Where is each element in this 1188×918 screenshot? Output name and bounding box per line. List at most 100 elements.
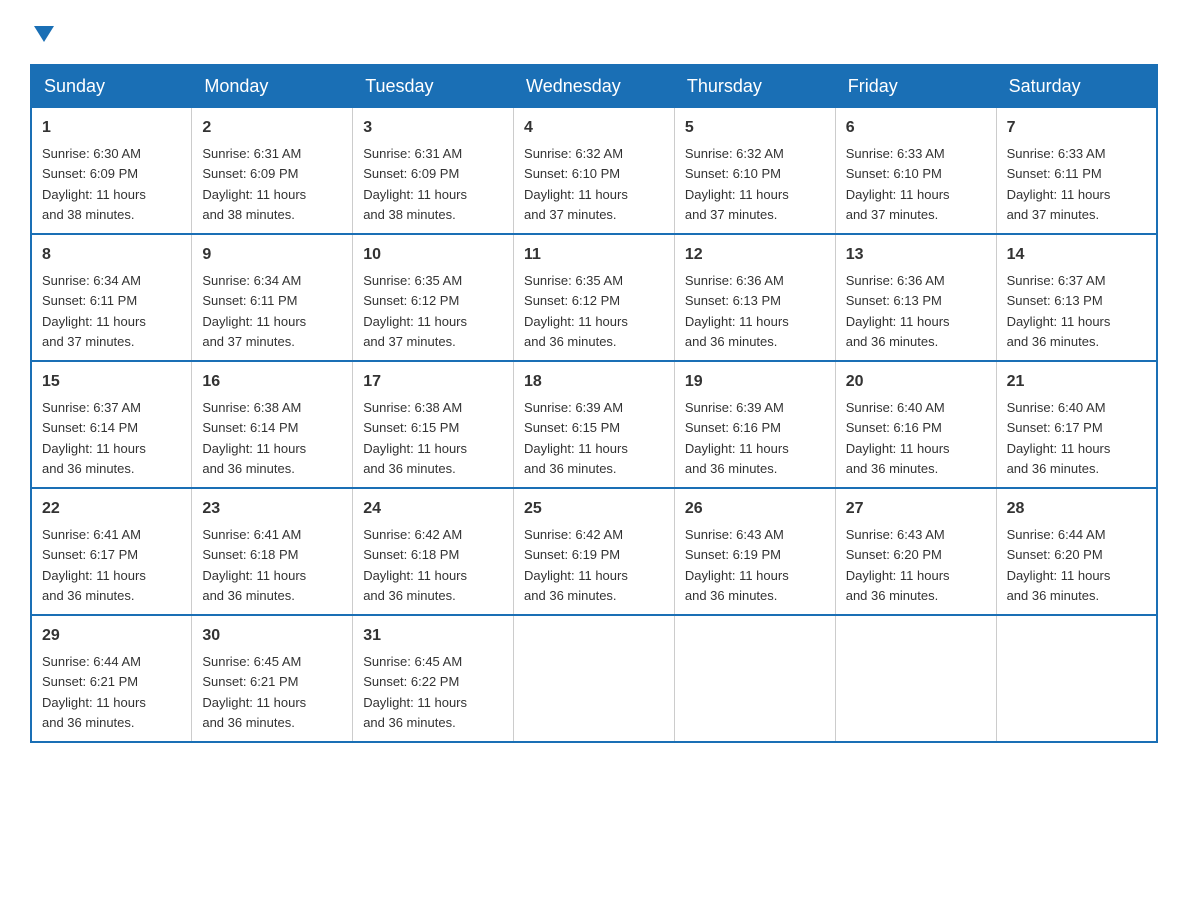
calendar-cell: 13 Sunrise: 6:36 AMSunset: 6:13 PMDaylig… (835, 234, 996, 361)
day-number: 30 (202, 624, 342, 648)
calendar-cell: 15 Sunrise: 6:37 AMSunset: 6:14 PMDaylig… (31, 361, 192, 488)
weekday-header-monday: Monday (192, 65, 353, 108)
calendar-week-row-2: 8 Sunrise: 6:34 AMSunset: 6:11 PMDayligh… (31, 234, 1157, 361)
calendar-cell: 31 Sunrise: 6:45 AMSunset: 6:22 PMDaylig… (353, 615, 514, 742)
day-number: 18 (524, 370, 664, 394)
day-info: Sunrise: 6:34 AMSunset: 6:11 PMDaylight:… (42, 273, 146, 349)
calendar-cell: 23 Sunrise: 6:41 AMSunset: 6:18 PMDaylig… (192, 488, 353, 615)
day-number: 12 (685, 243, 825, 267)
day-info: Sunrise: 6:45 AMSunset: 6:21 PMDaylight:… (202, 654, 306, 730)
day-number: 22 (42, 497, 181, 521)
calendar-cell: 9 Sunrise: 6:34 AMSunset: 6:11 PMDayligh… (192, 234, 353, 361)
calendar-cell: 19 Sunrise: 6:39 AMSunset: 6:16 PMDaylig… (674, 361, 835, 488)
day-number: 15 (42, 370, 181, 394)
calendar-cell: 22 Sunrise: 6:41 AMSunset: 6:17 PMDaylig… (31, 488, 192, 615)
calendar-week-row-3: 15 Sunrise: 6:37 AMSunset: 6:14 PMDaylig… (31, 361, 1157, 488)
calendar-cell: 1 Sunrise: 6:30 AMSunset: 6:09 PMDayligh… (31, 108, 192, 235)
day-number: 6 (846, 116, 986, 140)
day-number: 13 (846, 243, 986, 267)
day-info: Sunrise: 6:39 AMSunset: 6:15 PMDaylight:… (524, 400, 628, 476)
weekday-header-friday: Friday (835, 65, 996, 108)
calendar-cell: 6 Sunrise: 6:33 AMSunset: 6:10 PMDayligh… (835, 108, 996, 235)
day-number: 24 (363, 497, 503, 521)
calendar-cell: 5 Sunrise: 6:32 AMSunset: 6:10 PMDayligh… (674, 108, 835, 235)
day-number: 8 (42, 243, 181, 267)
calendar-cell: 27 Sunrise: 6:43 AMSunset: 6:20 PMDaylig… (835, 488, 996, 615)
day-number: 23 (202, 497, 342, 521)
day-info: Sunrise: 6:31 AMSunset: 6:09 PMDaylight:… (363, 146, 467, 222)
day-number: 21 (1007, 370, 1146, 394)
calendar-cell (674, 615, 835, 742)
day-info: Sunrise: 6:42 AMSunset: 6:18 PMDaylight:… (363, 527, 467, 603)
calendar-cell: 26 Sunrise: 6:43 AMSunset: 6:19 PMDaylig… (674, 488, 835, 615)
day-info: Sunrise: 6:32 AMSunset: 6:10 PMDaylight:… (685, 146, 789, 222)
day-info: Sunrise: 6:44 AMSunset: 6:21 PMDaylight:… (42, 654, 146, 730)
calendar-cell: 8 Sunrise: 6:34 AMSunset: 6:11 PMDayligh… (31, 234, 192, 361)
day-number: 31 (363, 624, 503, 648)
day-info: Sunrise: 6:43 AMSunset: 6:20 PMDaylight:… (846, 527, 950, 603)
day-info: Sunrise: 6:33 AMSunset: 6:11 PMDaylight:… (1007, 146, 1111, 222)
day-number: 16 (202, 370, 342, 394)
day-info: Sunrise: 6:40 AMSunset: 6:16 PMDaylight:… (846, 400, 950, 476)
calendar-cell: 17 Sunrise: 6:38 AMSunset: 6:15 PMDaylig… (353, 361, 514, 488)
day-number: 29 (42, 624, 181, 648)
day-info: Sunrise: 6:45 AMSunset: 6:22 PMDaylight:… (363, 654, 467, 730)
calendar-cell: 14 Sunrise: 6:37 AMSunset: 6:13 PMDaylig… (996, 234, 1157, 361)
weekday-header-saturday: Saturday (996, 65, 1157, 108)
day-number: 26 (685, 497, 825, 521)
day-info: Sunrise: 6:36 AMSunset: 6:13 PMDaylight:… (685, 273, 789, 349)
day-info: Sunrise: 6:30 AMSunset: 6:09 PMDaylight:… (42, 146, 146, 222)
day-info: Sunrise: 6:33 AMSunset: 6:10 PMDaylight:… (846, 146, 950, 222)
day-number: 17 (363, 370, 503, 394)
day-info: Sunrise: 6:35 AMSunset: 6:12 PMDaylight:… (524, 273, 628, 349)
page-header (30, 20, 1158, 44)
calendar-cell (514, 615, 675, 742)
calendar-cell: 12 Sunrise: 6:36 AMSunset: 6:13 PMDaylig… (674, 234, 835, 361)
day-number: 4 (524, 116, 664, 140)
day-info: Sunrise: 6:44 AMSunset: 6:20 PMDaylight:… (1007, 527, 1111, 603)
day-number: 5 (685, 116, 825, 140)
day-number: 20 (846, 370, 986, 394)
calendar-cell: 28 Sunrise: 6:44 AMSunset: 6:20 PMDaylig… (996, 488, 1157, 615)
day-info: Sunrise: 6:35 AMSunset: 6:12 PMDaylight:… (363, 273, 467, 349)
day-number: 28 (1007, 497, 1146, 521)
calendar-cell: 3 Sunrise: 6:31 AMSunset: 6:09 PMDayligh… (353, 108, 514, 235)
day-number: 25 (524, 497, 664, 521)
weekday-header-tuesday: Tuesday (353, 65, 514, 108)
day-info: Sunrise: 6:31 AMSunset: 6:09 PMDaylight:… (202, 146, 306, 222)
day-number: 27 (846, 497, 986, 521)
day-number: 1 (42, 116, 181, 140)
day-number: 10 (363, 243, 503, 267)
calendar-week-row-5: 29 Sunrise: 6:44 AMSunset: 6:21 PMDaylig… (31, 615, 1157, 742)
calendar-cell: 2 Sunrise: 6:31 AMSunset: 6:09 PMDayligh… (192, 108, 353, 235)
calendar-cell: 10 Sunrise: 6:35 AMSunset: 6:12 PMDaylig… (353, 234, 514, 361)
calendar-cell: 7 Sunrise: 6:33 AMSunset: 6:11 PMDayligh… (996, 108, 1157, 235)
day-number: 11 (524, 243, 664, 267)
calendar-cell: 18 Sunrise: 6:39 AMSunset: 6:15 PMDaylig… (514, 361, 675, 488)
calendar-cell: 24 Sunrise: 6:42 AMSunset: 6:18 PMDaylig… (353, 488, 514, 615)
logo-triangle-icon (30, 20, 58, 48)
calendar-cell: 21 Sunrise: 6:40 AMSunset: 6:17 PMDaylig… (996, 361, 1157, 488)
logo (30, 20, 58, 44)
calendar-cell (835, 615, 996, 742)
calendar-cell (996, 615, 1157, 742)
calendar-cell: 29 Sunrise: 6:44 AMSunset: 6:21 PMDaylig… (31, 615, 192, 742)
calendar-cell: 20 Sunrise: 6:40 AMSunset: 6:16 PMDaylig… (835, 361, 996, 488)
day-info: Sunrise: 6:40 AMSunset: 6:17 PMDaylight:… (1007, 400, 1111, 476)
weekday-header-sunday: Sunday (31, 65, 192, 108)
calendar-week-row-1: 1 Sunrise: 6:30 AMSunset: 6:09 PMDayligh… (31, 108, 1157, 235)
calendar-cell: 25 Sunrise: 6:42 AMSunset: 6:19 PMDaylig… (514, 488, 675, 615)
calendar-cell: 4 Sunrise: 6:32 AMSunset: 6:10 PMDayligh… (514, 108, 675, 235)
day-info: Sunrise: 6:34 AMSunset: 6:11 PMDaylight:… (202, 273, 306, 349)
day-info: Sunrise: 6:38 AMSunset: 6:14 PMDaylight:… (202, 400, 306, 476)
day-number: 2 (202, 116, 342, 140)
day-number: 7 (1007, 116, 1146, 140)
weekday-header-thursday: Thursday (674, 65, 835, 108)
calendar-table: SundayMondayTuesdayWednesdayThursdayFrid… (30, 64, 1158, 743)
day-info: Sunrise: 6:39 AMSunset: 6:16 PMDaylight:… (685, 400, 789, 476)
calendar-cell: 11 Sunrise: 6:35 AMSunset: 6:12 PMDaylig… (514, 234, 675, 361)
day-number: 9 (202, 243, 342, 267)
day-number: 3 (363, 116, 503, 140)
day-number: 14 (1007, 243, 1146, 267)
day-info: Sunrise: 6:32 AMSunset: 6:10 PMDaylight:… (524, 146, 628, 222)
